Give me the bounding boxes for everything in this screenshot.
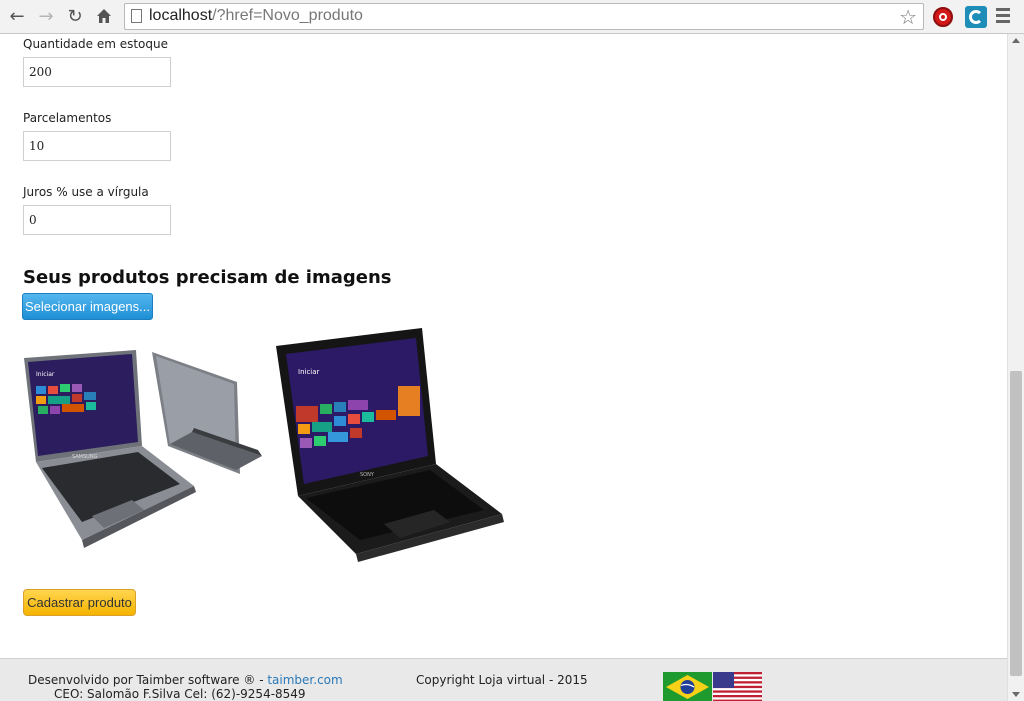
installments-input[interactable]	[23, 131, 171, 161]
installments-label: Parcelamentos	[23, 111, 112, 125]
adblock-extension-icon[interactable]	[933, 7, 953, 27]
url-host: localhost	[149, 7, 213, 24]
stock-input[interactable]	[23, 57, 171, 87]
usa-flag-icon[interactable]	[713, 672, 762, 701]
footer-ceo: CEO: Salomão F.Silva Cel: (62)-9254-8549	[54, 687, 306, 701]
laptop-image-1: Iniciar SAMSUNG	[24, 350, 262, 548]
screen-start-label: Iniciar	[36, 371, 55, 378]
footer-developer: Desenvolvido por Taimber software ® - ta…	[28, 673, 343, 687]
footer-dev-prefix: Desenvolvido por Taimber software ® -	[28, 673, 268, 687]
taimber-link[interactable]: taimber.com	[267, 673, 342, 687]
interest-input[interactable]	[23, 205, 171, 235]
url-path: /?href=Novo_produto	[212, 7, 363, 24]
register-product-button[interactable]: Cadastrar produto	[23, 589, 136, 616]
page-icon	[131, 9, 142, 23]
extension-icon[interactable]	[965, 6, 987, 28]
select-images-button[interactable]: Selecionar imagens...	[22, 293, 153, 320]
interest-label: Juros % use a vírgula	[23, 185, 149, 199]
stock-label: Quantidade em estoque	[23, 37, 169, 51]
laptop-brand-label: SAMSUNG	[72, 454, 98, 460]
reload-icon[interactable]: ↻	[64, 5, 86, 27]
menu-icon[interactable]	[996, 8, 1010, 26]
browser-toolbar: ← → ↻ localhost/?href=Novo_produto ☆	[0, 0, 1024, 34]
brazil-flag-icon[interactable]	[663, 672, 712, 701]
scroll-up-arrow-icon[interactable]	[1012, 38, 1020, 43]
back-arrow-icon[interactable]: ←	[6, 5, 28, 27]
scroll-thumb[interactable]	[1010, 371, 1022, 676]
scroll-down-arrow-icon[interactable]	[1012, 692, 1020, 697]
screen-start-label: Iniciar	[298, 368, 320, 376]
url-text[interactable]: localhost/?href=Novo_produto	[149, 7, 363, 25]
forward-arrow-icon[interactable]: →	[35, 5, 57, 27]
address-bar[interactable]: localhost/?href=Novo_produto ☆	[124, 3, 924, 30]
bookmark-star-icon[interactable]: ☆	[899, 5, 917, 29]
home-icon[interactable]	[93, 5, 115, 27]
laptop-brand-label: SONY	[360, 472, 375, 478]
images-section-title: Seus produtos precisam de imagens	[23, 267, 392, 288]
laptop-image-2: Iniciar SONY	[276, 328, 504, 562]
scrollbar[interactable]	[1007, 34, 1024, 701]
footer: Desenvolvido por Taimber software ® - ta…	[0, 658, 1007, 701]
footer-copyright: Copyright Loja virtual - 2015	[416, 673, 588, 687]
